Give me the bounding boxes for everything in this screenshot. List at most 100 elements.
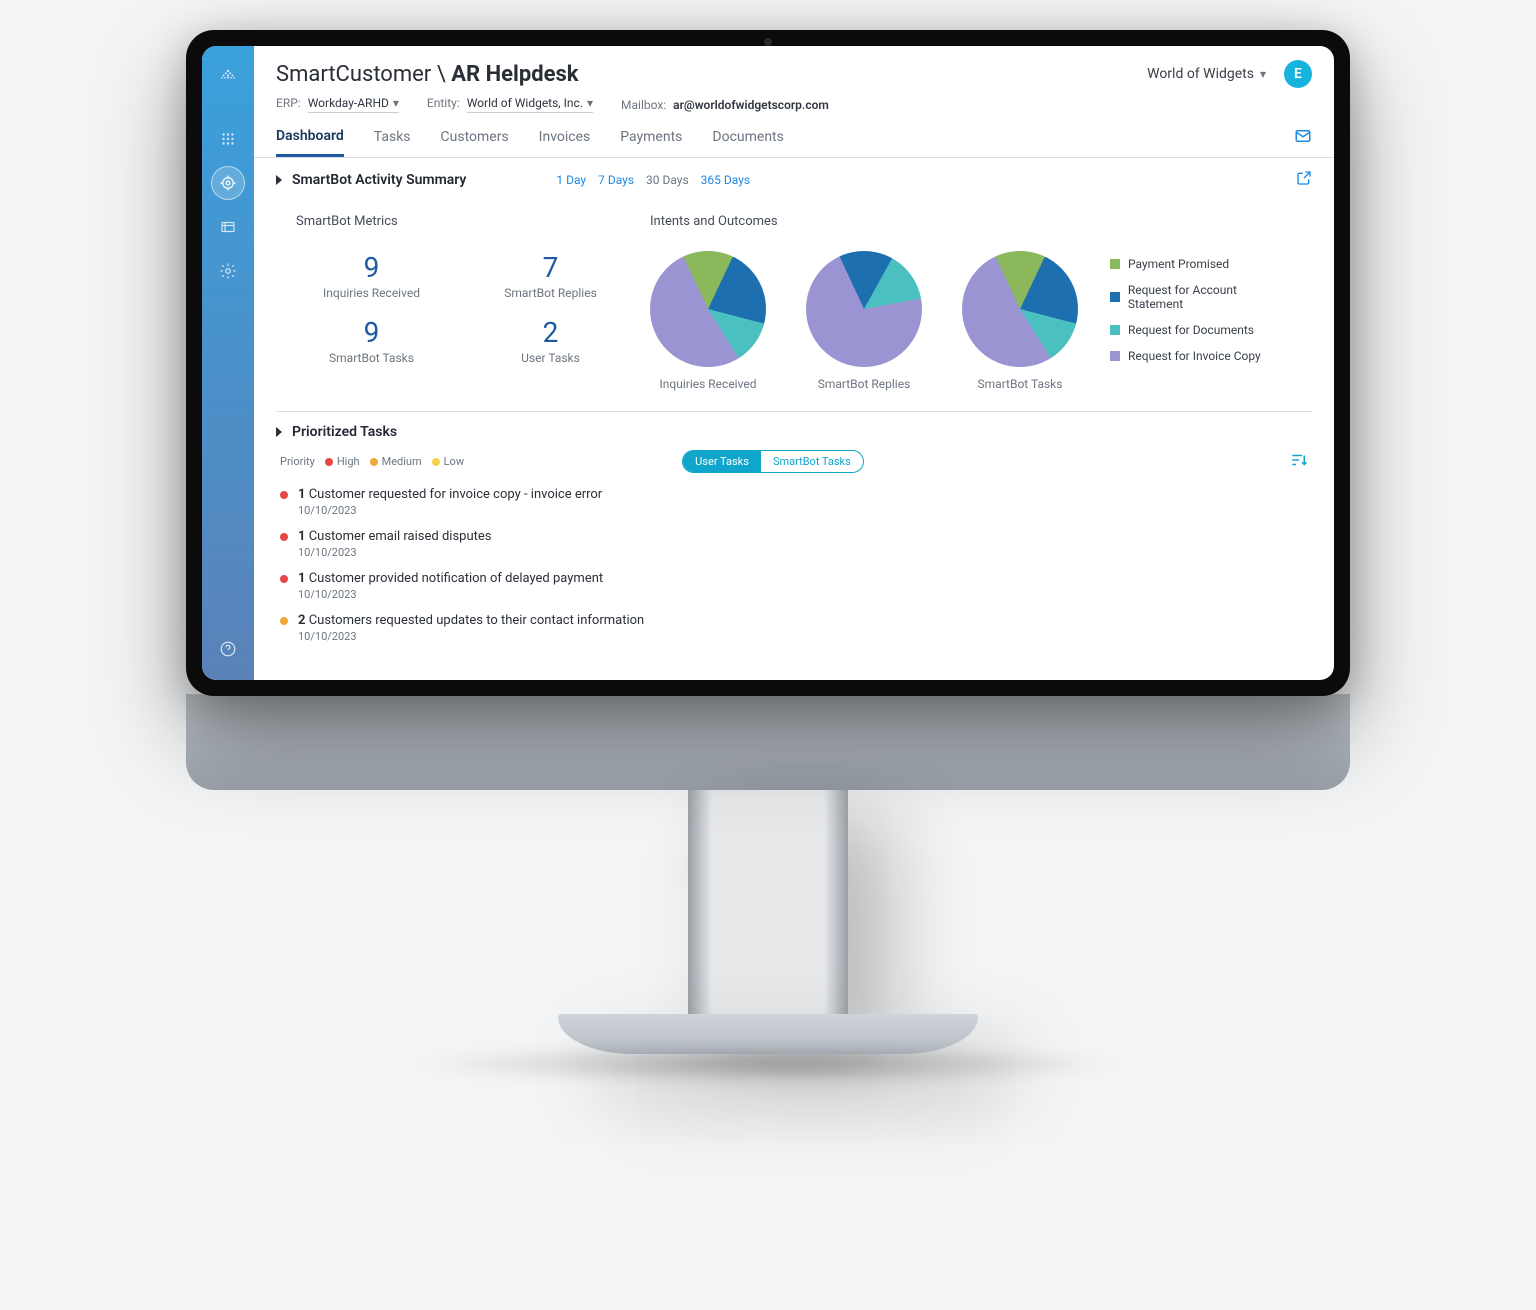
activity-section: SmartBot Activity Summary 1 Day 7 Days 30 … bbox=[254, 158, 1334, 412]
priority-label: Priority bbox=[280, 455, 315, 468]
legend-swatch bbox=[1110, 259, 1120, 269]
app-logo-icon[interactable] bbox=[211, 60, 245, 94]
entity-dropdown[interactable]: World of Widgets, Inc. ▾ bbox=[467, 96, 593, 113]
activity-head: SmartBot Activity Summary 1 Day 7 Days 30 … bbox=[276, 170, 1312, 190]
task-description: 2 Customers requested updates to their c… bbox=[298, 613, 644, 628]
prioritized-head: Prioritized Tasks bbox=[276, 424, 1312, 440]
task-row[interactable]: 1 Customer provided notification of dela… bbox=[276, 563, 1312, 605]
metric-value: 9 bbox=[296, 316, 447, 349]
erp-value: Workday-ARHD bbox=[308, 96, 389, 110]
metric-value: 7 bbox=[475, 251, 626, 284]
monitor-chin bbox=[186, 694, 1350, 790]
legend-label: Request for Account Statement bbox=[1128, 283, 1292, 311]
page-title: SmartCustomer \ AR Helpdesk bbox=[276, 62, 579, 87]
task-description: 1 Customer requested for invoice copy - … bbox=[298, 487, 602, 502]
tab-documents[interactable]: Documents bbox=[712, 129, 783, 155]
date-range-filter: 1 Day 7 Days 30 Days 365 Days bbox=[556, 173, 750, 187]
mailbox-info: Mailbox: ar@worldofwidgetscorp.com bbox=[621, 98, 829, 112]
erp-dropdown[interactable]: Workday-ARHD ▾ bbox=[308, 96, 399, 113]
entity-filter: Entity: World of Widgets, Inc. ▾ bbox=[427, 96, 593, 113]
tab-payments[interactable]: Payments bbox=[620, 129, 682, 155]
task-date: 10/10/2023 bbox=[280, 630, 1308, 643]
pie-label: SmartBot Replies bbox=[806, 377, 922, 391]
pie-chart: SmartBot Replies bbox=[806, 251, 922, 391]
task-row[interactable]: 1 Customer email raised disputes 10/10/20… bbox=[276, 521, 1312, 563]
tab-invoices[interactable]: Invoices bbox=[539, 129, 591, 155]
monitor-shadow bbox=[408, 1044, 1128, 1084]
sort-icon[interactable] bbox=[1290, 451, 1308, 472]
sidebar-item-smartcustomer[interactable] bbox=[211, 166, 245, 200]
priority-levels: High Medium Low bbox=[325, 455, 464, 468]
charts-area: Inquiries Received SmartBot Replies SmartB… bbox=[650, 251, 1292, 391]
pie-chart: SmartBot Tasks bbox=[962, 251, 1078, 391]
task-row[interactable]: 1 Customer requested for invoice copy - … bbox=[276, 479, 1312, 521]
mail-icon[interactable] bbox=[1294, 127, 1312, 157]
export-icon[interactable] bbox=[1296, 170, 1312, 190]
org-name: World of Widgets bbox=[1147, 66, 1254, 82]
priority-level: High bbox=[325, 455, 360, 468]
priority-level: Medium bbox=[370, 455, 422, 468]
range-1-day[interactable]: 1 Day bbox=[556, 173, 586, 187]
task-date: 10/10/2023 bbox=[280, 546, 1308, 559]
legend-item: Request for Invoice Copy bbox=[1110, 349, 1292, 363]
monitor-stand-stem bbox=[688, 790, 848, 1020]
legend-label: Request for Documents bbox=[1128, 323, 1254, 337]
page-subtitle: AR Helpdesk bbox=[451, 62, 578, 87]
legend-item: Request for Account Statement bbox=[1110, 283, 1292, 311]
mailbox-value: ar@worldofwidgetscorp.com bbox=[673, 98, 829, 112]
legend-swatch bbox=[1110, 325, 1120, 335]
priority-legend-row: Priority High Medium Low User TasksSmartBo… bbox=[276, 440, 1312, 479]
metrics-grid: 9Inquiries Received7SmartBot Replies9Sma… bbox=[296, 251, 626, 365]
mailbox-label: Mailbox: bbox=[621, 98, 666, 112]
sidebar-item-settings[interactable] bbox=[211, 254, 245, 288]
task-description: 1 Customer email raised disputes bbox=[298, 529, 491, 544]
pie-row: Inquiries Received SmartBot Replies SmartB… bbox=[650, 251, 1078, 391]
activity-title: SmartBot Activity Summary bbox=[292, 172, 466, 188]
range-30-days[interactable]: 30 Days bbox=[646, 173, 689, 187]
org-selector[interactable]: World of Widgets ▾ bbox=[1147, 66, 1266, 82]
erp-filter: ERP: Workday-ARHD ▾ bbox=[276, 96, 399, 113]
range-365-days[interactable]: 365 Days bbox=[701, 173, 750, 187]
collapse-toggle-icon[interactable] bbox=[276, 175, 282, 185]
chevron-down-icon: ▾ bbox=[587, 96, 593, 110]
main-content: SmartCustomer \ AR Helpdesk World of Wid… bbox=[254, 46, 1334, 680]
sidebar bbox=[202, 46, 254, 680]
tab-tasks[interactable]: Tasks bbox=[374, 129, 411, 155]
app-name: SmartCustomer bbox=[276, 62, 431, 87]
metrics-row: SmartBot Metrics 9Inquiries Received7Sma… bbox=[276, 190, 1312, 412]
tab-dashboard[interactable]: Dashboard bbox=[276, 128, 344, 157]
metric-value: 9 bbox=[296, 251, 447, 284]
page-header: SmartCustomer \ AR Helpdesk World of Wid… bbox=[254, 46, 1334, 88]
chevron-down-icon: ▾ bbox=[1260, 67, 1266, 81]
pill-user-tasks[interactable]: User Tasks bbox=[683, 451, 761, 472]
avatar[interactable]: E bbox=[1284, 60, 1312, 88]
priority-level: Low bbox=[432, 455, 464, 468]
sidebar-item-docs[interactable] bbox=[211, 210, 245, 244]
collapse-toggle-icon[interactable] bbox=[276, 427, 282, 437]
task-date: 10/10/2023 bbox=[280, 588, 1308, 601]
metrics-column: SmartBot Metrics 9Inquiries Received7Sma… bbox=[296, 214, 626, 391]
sidebar-item-help[interactable] bbox=[211, 632, 245, 666]
metric-label: Inquiries Received bbox=[296, 286, 447, 300]
legend-label: Request for Invoice Copy bbox=[1128, 349, 1261, 363]
legend-swatch bbox=[1110, 351, 1120, 361]
sidebar-item-apps[interactable] bbox=[211, 122, 245, 156]
priority-dot bbox=[432, 458, 440, 466]
entity-value: World of Widgets, Inc. bbox=[467, 96, 583, 110]
filter-bar: ERP: Workday-ARHD ▾ Entity: World of Wid… bbox=[254, 88, 1334, 113]
title-separator: \ bbox=[437, 62, 446, 87]
task-row[interactable]: 2 Customers requested updates to their c… bbox=[276, 605, 1312, 647]
metric-label: SmartBot Tasks bbox=[296, 351, 447, 365]
task-date: 10/10/2023 bbox=[280, 504, 1308, 517]
pie-1 bbox=[806, 251, 922, 367]
legend-label: Payment Promised bbox=[1128, 257, 1229, 271]
prioritized-section: Prioritized Tasks Priority High Medium Low… bbox=[254, 412, 1334, 657]
priority-dot bbox=[370, 458, 378, 466]
tab-customers[interactable]: Customers bbox=[441, 129, 509, 155]
entity-label: Entity: bbox=[427, 96, 460, 110]
pill-smartbot-tasks[interactable]: SmartBot Tasks bbox=[761, 451, 863, 472]
metric-label: User Tasks bbox=[475, 351, 626, 365]
pie-label: Inquiries Received bbox=[650, 377, 766, 391]
range-7-days[interactable]: 7 Days bbox=[598, 173, 634, 187]
metric-card: 9 Inquiries Received bbox=[296, 251, 447, 300]
